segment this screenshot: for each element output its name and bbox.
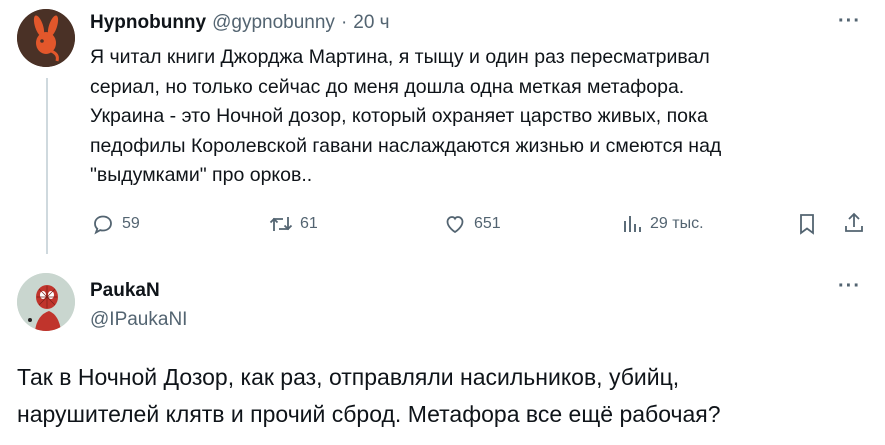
- share-icon: [845, 212, 863, 232]
- tweet-header: Hypnobunny @gypnobunny · 20 ч: [90, 12, 390, 34]
- retweet-count: 61: [300, 215, 318, 232]
- avatar-paukan[interactable]: [17, 273, 75, 331]
- views-icon: [624, 216, 641, 232]
- reply-count: 59: [122, 215, 140, 232]
- like-button[interactable]: 651: [443, 212, 501, 236]
- share-button[interactable]: [842, 211, 866, 235]
- reply-author-handle[interactable]: @IPaukaNI: [90, 309, 187, 331]
- more-options-button[interactable]: ···: [838, 10, 861, 33]
- reply-author-name[interactable]: PaukaN: [90, 280, 160, 302]
- like-icon: [446, 216, 464, 234]
- bookmark-button[interactable]: [796, 212, 818, 236]
- author-handle[interactable]: @gypnobunny: [212, 12, 335, 34]
- thread-connector-line: [46, 78, 48, 254]
- views-count: 29 тыс.: [650, 215, 704, 232]
- spider-avatar-icon: [17, 273, 75, 331]
- reply-icon: [94, 215, 112, 235]
- views-button[interactable]: 29 тыс.: [620, 212, 704, 236]
- retweet-button[interactable]: 61: [268, 212, 318, 236]
- avatar-hypnobunny[interactable]: [17, 9, 75, 67]
- reply-text: Так в Ночной Дозор, как раз, отправляли …: [17, 364, 721, 427]
- tweet-time[interactable]: 20 ч: [353, 12, 389, 34]
- bookmark-icon: [800, 214, 814, 235]
- reply-button[interactable]: 59: [91, 212, 140, 236]
- tweet-text: Я читал книги Джорджа Мартина, я тыщу и …: [90, 46, 722, 186]
- like-count: 651: [474, 215, 501, 232]
- separator: ·: [340, 12, 348, 33]
- bunny-logo-icon: [17, 9, 75, 67]
- reply-more-options-button[interactable]: ···: [838, 275, 861, 298]
- retweet-icon: [269, 217, 293, 231]
- author-name[interactable]: Hypnobunny: [90, 12, 206, 34]
